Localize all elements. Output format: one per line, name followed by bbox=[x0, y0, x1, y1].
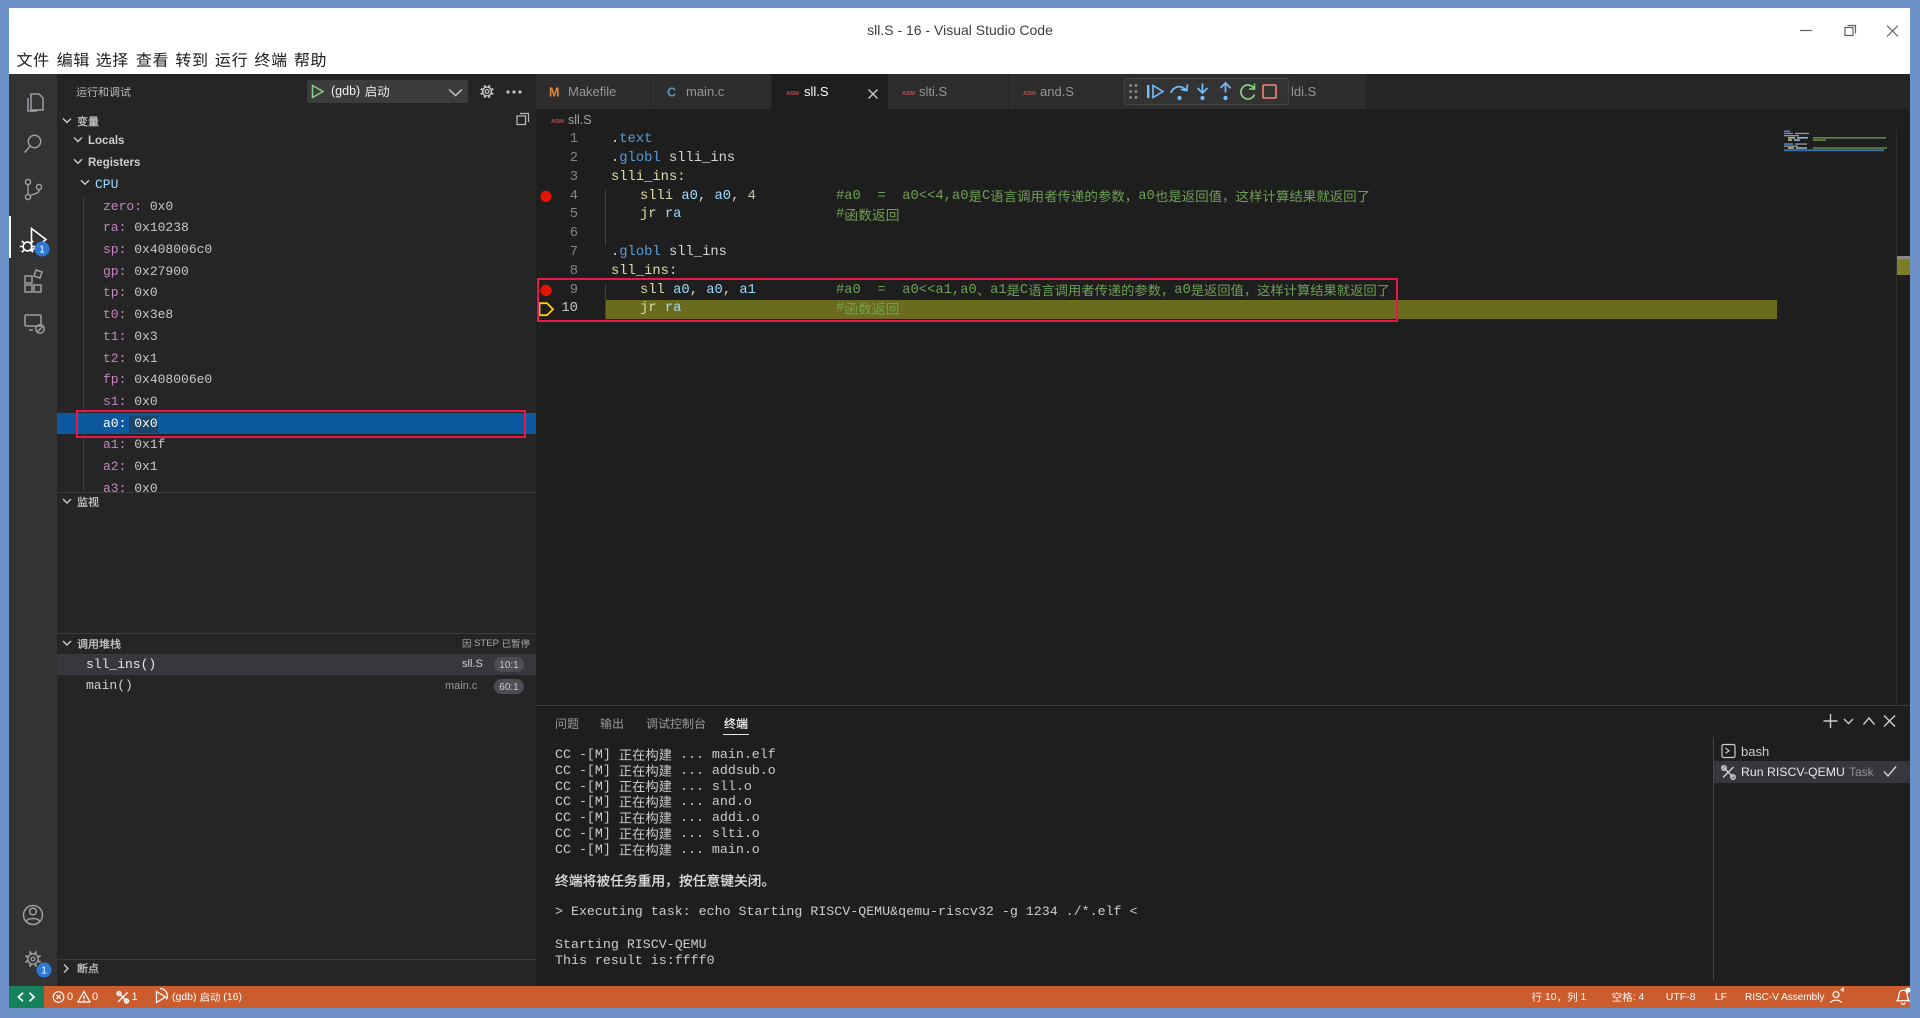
svg-text:ASM: ASM bbox=[902, 91, 915, 97]
svg-text:1: 1 bbox=[39, 245, 45, 256]
svg-text:ASM: ASM bbox=[551, 119, 564, 125]
svg-text:1: 1 bbox=[41, 966, 47, 977]
svg-text:ASM: ASM bbox=[786, 91, 799, 97]
svg-text:C: C bbox=[667, 86, 676, 100]
svg-text:M: M bbox=[549, 86, 559, 100]
svg-text:ASM: ASM bbox=[1023, 91, 1036, 97]
